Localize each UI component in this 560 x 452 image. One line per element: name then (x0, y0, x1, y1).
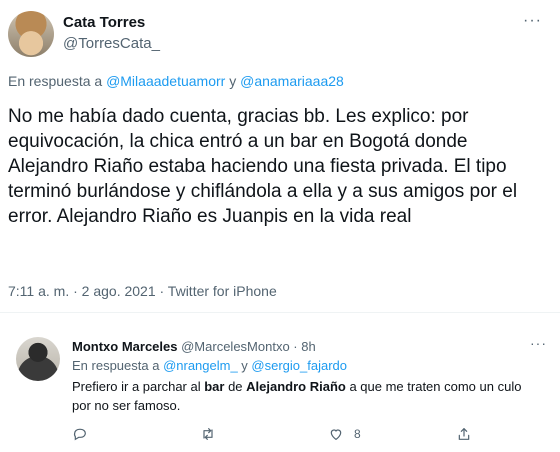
reply-prefix: En respuesta a (8, 73, 107, 89)
share-icon (458, 428, 470, 440)
more-options-icon[interactable]: ··· (530, 335, 547, 351)
retweet-icon (203, 428, 213, 440)
action-bar: 8 (72, 426, 552, 446)
reply-author-name[interactable]: Montxo Marceles (72, 339, 177, 354)
reply-context: En respuesta a @nrangelm_ y @sergio_faja… (72, 358, 347, 373)
more-options-icon[interactable]: ··· (523, 12, 542, 30)
comment-icon (73, 428, 86, 441)
reply-prefix: En respuesta a (72, 358, 164, 373)
reply-text: Prefiero ir a parchar al bar de Alejandr… (72, 377, 542, 415)
reply-user-link[interactable]: @nrangelm_ (163, 358, 238, 373)
tweet-text: No me había dado cuenta, gracias bb. Les… (8, 106, 518, 227)
author-display-name[interactable]: Cata Torres (63, 14, 145, 31)
share-button[interactable] (456, 426, 472, 442)
reply-text-part: Prefiero ir a parchar al (72, 379, 205, 394)
reply-user-link[interactable]: @anamariaaa28 (240, 73, 344, 89)
reply-button[interactable] (72, 426, 88, 442)
reply-header: Montxo Marceles @MarcelesMontxo · 8h (72, 339, 316, 354)
reply-conjunction: y (225, 73, 241, 89)
like-count: 8 (354, 427, 361, 441)
reply-user-link[interactable]: @Milaaadetuamorr (106, 73, 225, 89)
reply-context: En respuesta a @Milaaadetuamorr y @anama… (8, 73, 344, 89)
reply-text-bold: bar (204, 379, 225, 394)
avatar[interactable] (16, 337, 60, 381)
main-tweet: Cata Torres @TorresCata_ ··· En respuest… (0, 0, 560, 312)
reply-conjunction: y (237, 358, 252, 373)
author-handle[interactable]: @TorresCata_ (63, 35, 160, 52)
avatar[interactable] (8, 11, 54, 57)
retweet-button[interactable] (200, 426, 216, 442)
reply-user-link[interactable]: @sergio_fajardo (251, 358, 347, 373)
reply-tweet[interactable]: Montxo Marceles @MarcelesMontxo · 8h ···… (0, 313, 560, 452)
tweet-timestamp[interactable]: 7:11 a. m. · 2 ago. 2021 · Twitter for i… (8, 283, 277, 299)
like-button[interactable]: 8 (328, 426, 361, 442)
reply-text-part: de (224, 379, 247, 394)
reply-text-bold: Alejandro Riaño (246, 379, 346, 394)
heart-icon (330, 429, 342, 441)
reply-author-handle[interactable]: @MarcelesMontxo · 8h (181, 339, 316, 354)
